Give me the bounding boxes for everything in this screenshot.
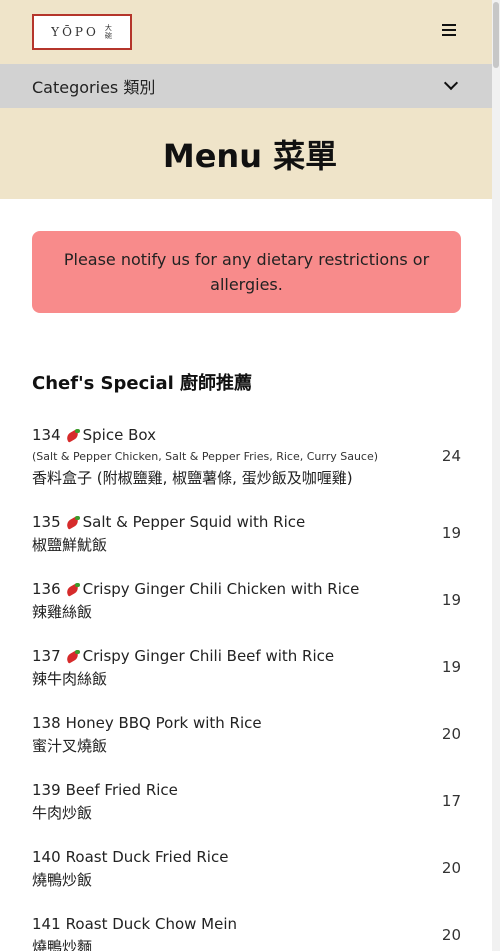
menu-item-name: 135 Salt & Pepper Squid with Rice [32, 510, 431, 534]
menu-item-price: 19 [441, 658, 461, 676]
menu-item-number: 135 [32, 513, 61, 531]
chili-pepper-icon [64, 649, 80, 663]
chevron-down-icon [443, 75, 459, 91]
menu-item-price: 20 [441, 859, 461, 877]
menu-item-title: Crispy Ginger Chili Chicken with Rice [82, 580, 360, 598]
menu-item-info: 134 Spice Box (Salt & Pepper Chicken, Salt… [32, 423, 431, 489]
menu-item-info: 137 Crispy Ginger Chili Beef with Rice 辣牛肉… [32, 644, 431, 690]
menu-item-name: 139 Beef Fried Rice [32, 778, 431, 802]
chili-pepper-icon [64, 582, 80, 596]
menu-item-number: 139 [32, 781, 61, 799]
chili-pepper-icon [64, 515, 80, 529]
menu-item-title: Beef Fried Rice [65, 781, 178, 799]
menu-item-info: 138 Honey BBQ Pork with Rice 蜜汁叉燒飯 [32, 711, 431, 757]
menu-item-chinese-name: 牛肉炒飯 [32, 804, 93, 822]
menu-item-info: 141 Roast Duck Chow Mein 燒鴨炒麵 [32, 912, 431, 951]
menu-item-title: Spice Box [82, 426, 156, 444]
menu-item: 135 Salt & Pepper Squid with Rice 椒鹽鮮魷飯 19 [32, 510, 461, 556]
menu-item-chinese-name: 燒鴨炒麵 [32, 938, 93, 951]
menu-item-price: 24 [441, 447, 461, 465]
menu-item-price: 17 [441, 792, 461, 810]
menu-item-info: 135 Salt & Pepper Squid with Rice 椒鹽鮮魷飯 [32, 510, 431, 556]
menu-item-title: Salt & Pepper Squid with Rice [82, 513, 306, 531]
menu-item-name: 138 Honey BBQ Pork with Rice [32, 711, 431, 735]
menu-item-name: 134 Spice Box [32, 423, 431, 447]
menu-item-chinese-name: 辣雞絲飯 [32, 603, 93, 621]
menu-list: 134 Spice Box (Salt & Pepper Chicken, Salt… [32, 423, 461, 951]
menu-item-info: 136 Crispy Ginger Chili Chicken with Rice… [32, 577, 431, 623]
menu-item: 136 Crispy Ginger Chili Chicken with Rice… [32, 577, 461, 623]
logo-cn: 大碗 [104, 24, 112, 40]
menu-item-number: 140 [32, 848, 61, 866]
scrollbar[interactable] [492, 0, 500, 951]
menu-item-number: 141 [32, 915, 61, 933]
categories-label: Categories 類別 [32, 78, 156, 97]
menu-item-title: Crispy Ginger Chili Beef with Rice [82, 647, 335, 665]
menu-item-number: 138 [32, 714, 61, 732]
menu-item-price: 20 [441, 725, 461, 743]
menu-item-number: 134 [32, 426, 61, 444]
menu-item: 137 Crispy Ginger Chili Beef with Rice 辣牛肉… [32, 644, 461, 690]
logo[interactable]: YŌPO 大碗 [32, 14, 132, 50]
menu-item: 141 Roast Duck Chow Mein 燒鴨炒麵 20 [32, 912, 461, 951]
menu-item-number: 136 [32, 580, 61, 598]
page-title: Menu 菜單 [162, 136, 338, 175]
menu-item-chinese-name: 燒鴨炒飯 [32, 871, 93, 889]
menu-item-chinese-name: 蜜汁叉燒飯 [32, 737, 108, 755]
site-header: YŌPO 大碗 [0, 0, 500, 64]
menu-item: 140 Roast Duck Fried Rice 燒鴨炒飯 20 [32, 845, 461, 891]
menu-item: 134 Spice Box (Salt & Pepper Chicken, Salt… [32, 423, 461, 489]
menu-item-price: 19 [441, 524, 461, 542]
logo-text: YŌPO [51, 25, 99, 39]
menu-item: 138 Honey BBQ Pork with Rice 蜜汁叉燒飯 20 [32, 711, 461, 757]
menu-item-number: 137 [32, 647, 61, 665]
hamburger-menu-icon[interactable] [442, 24, 456, 36]
menu-item-price: 19 [441, 591, 461, 609]
categories-dropdown[interactable]: Categories 類別 [0, 64, 500, 108]
menu-item-name: 140 Roast Duck Fried Rice [32, 845, 431, 869]
menu-item-description: (Salt & Pepper Chicken, Salt & Pepper Fr… [32, 450, 379, 463]
menu-item-name: 141 Roast Duck Chow Mein [32, 912, 431, 936]
dietary-notice: Please notify us for any dietary restric… [32, 231, 461, 313]
menu-item-name: 136 Crispy Ginger Chili Chicken with Rice [32, 577, 431, 601]
page-hero: Menu 菜單 [0, 108, 500, 199]
menu-item-title: Roast Duck Chow Mein [65, 915, 238, 933]
menu-item-title: Roast Duck Fried Rice [65, 848, 229, 866]
menu-item-chinese-name: 辣牛肉絲飯 [32, 670, 108, 688]
chili-pepper-icon [64, 428, 80, 442]
menu-item-info: 140 Roast Duck Fried Rice 燒鴨炒飯 [32, 845, 431, 891]
notice-text: Please notify us for any dietary restric… [63, 250, 430, 294]
menu-item-name: 137 Crispy Ginger Chili Beef with Rice [32, 644, 431, 668]
menu-item-info: 139 Beef Fried Rice 牛肉炒飯 [32, 778, 431, 824]
scrollbar-thumb[interactable] [493, 2, 499, 68]
menu-item: 139 Beef Fried Rice 牛肉炒飯 17 [32, 778, 461, 824]
menu-item-chinese-name: 椒鹽鮮魷飯 [32, 536, 108, 554]
menu-item-title: Honey BBQ Pork with Rice [65, 714, 262, 732]
section-title: Chef's Special 廚師推薦 [32, 373, 253, 394]
menu-item-chinese-name: 香料盒子 (附椒鹽雞, 椒鹽薯條, 蛋炒飯及咖喱雞) [32, 469, 353, 487]
menu-item-price: 20 [441, 926, 461, 944]
